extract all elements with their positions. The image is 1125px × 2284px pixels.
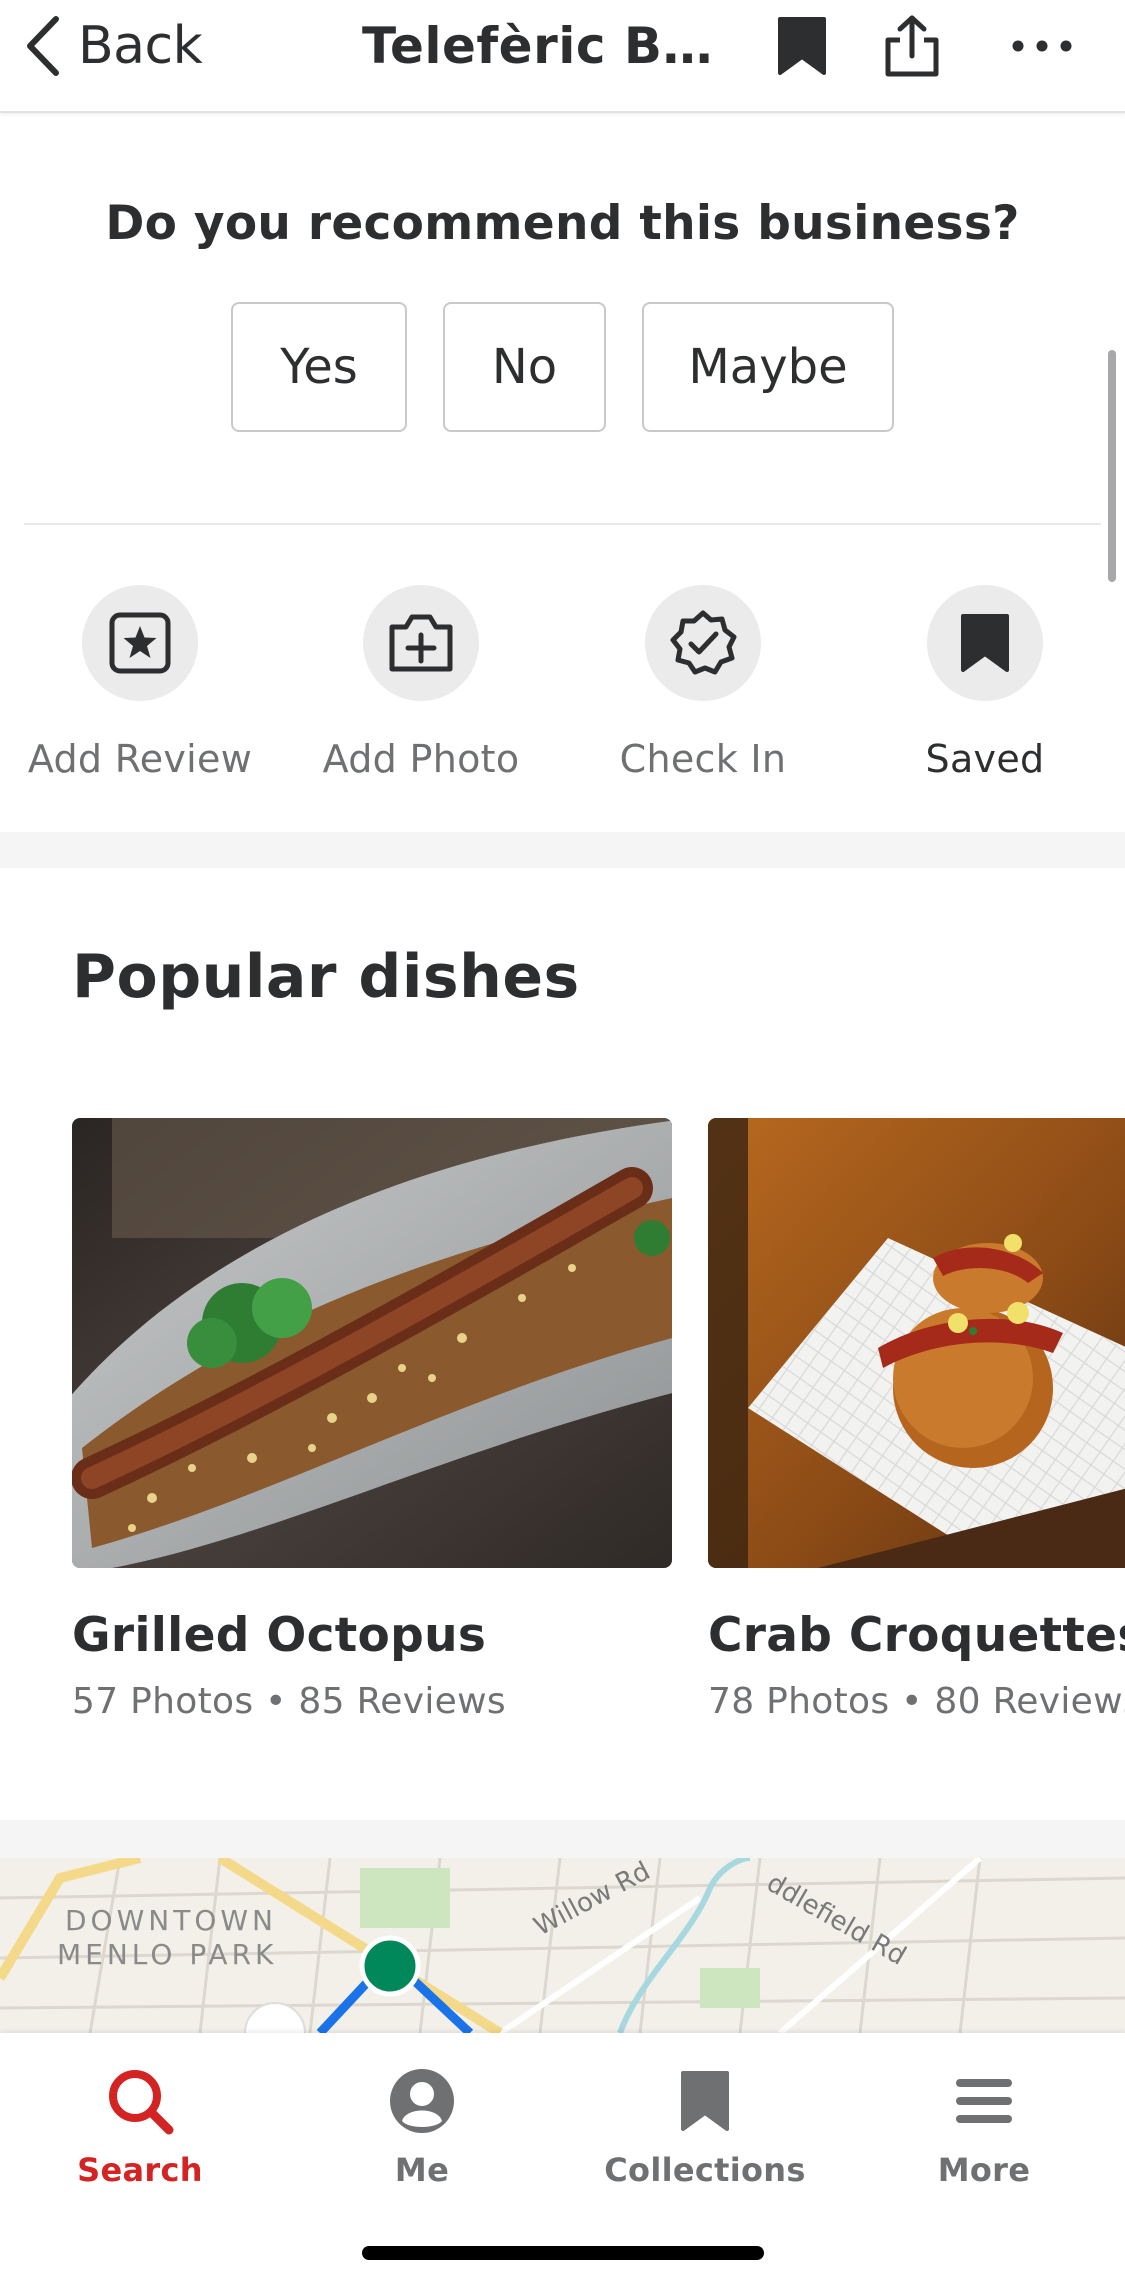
home-indicator[interactable] — [362, 2246, 764, 2260]
dish-photo — [72, 1118, 672, 1568]
map-preview[interactable]: DOWNTOWN MENLO PARK Willow Rd ddlefield … — [0, 1858, 1125, 2033]
share-icon — [885, 15, 939, 77]
action-circle — [363, 585, 479, 701]
recommend-yes-button[interactable]: Yes — [231, 302, 407, 432]
action-circle — [82, 585, 198, 701]
page-title: Telefèric Barc... — [362, 17, 732, 75]
action-circle — [645, 585, 761, 701]
dish-meta: 78 Photos • 80 Reviews — [708, 1681, 1125, 1722]
section-separator — [0, 1820, 1125, 1858]
tab-label: More — [937, 2151, 1031, 2189]
dish-card[interactable]: Crab Croquettes 78 Photos • 80 Reviews — [708, 1118, 1125, 1722]
check-in-label: Check In — [619, 737, 787, 781]
divider — [24, 523, 1101, 525]
dish-photo — [708, 1118, 1125, 1568]
bookmark-icon — [961, 614, 1009, 672]
star-review-icon — [109, 612, 171, 674]
more-options-button[interactable] — [1006, 12, 1078, 80]
tab-label: Me — [394, 2151, 450, 2189]
recommend-no-button[interactable]: No — [443, 302, 606, 432]
menu-icon — [956, 2079, 1012, 2123]
dish-name: Crab Croquettes — [708, 1608, 1125, 1663]
navigation-bar: Back Telefèric Barc... — [0, 0, 1125, 113]
check-in-button[interactable]: Check In — [563, 585, 843, 781]
saved-button[interactable]: Saved — [845, 585, 1125, 781]
bookmark-icon — [778, 17, 826, 75]
back-label: Back — [78, 16, 203, 76]
add-photo-icon — [389, 614, 453, 672]
back-button[interactable]: Back — [22, 14, 203, 78]
bookmark-button[interactable] — [772, 12, 832, 80]
recommend-question: Do you recommend this business? — [105, 196, 1020, 251]
tab-search[interactable]: Search — [30, 2063, 250, 2189]
tab-label: Collections — [604, 2151, 806, 2189]
tab-more[interactable]: More — [874, 2063, 1094, 2189]
dish-name: Grilled Octopus — [72, 1608, 487, 1663]
share-button[interactable] — [876, 12, 948, 80]
map-label-menlo-park: MENLO PARK — [57, 1938, 277, 1971]
profile-icon — [390, 2069, 454, 2133]
section-separator — [0, 832, 1125, 868]
tab-collections[interactable]: Collections — [595, 2063, 815, 2189]
action-circle — [927, 585, 1043, 701]
add-review-label: Add Review — [27, 737, 253, 781]
recommend-maybe-button[interactable]: Maybe — [642, 302, 894, 432]
dish-card[interactable]: Grilled Octopus 57 Photos • 85 Reviews — [72, 1118, 672, 1722]
add-review-button[interactable]: Add Review — [0, 585, 280, 781]
bookmark-icon — [681, 2071, 729, 2131]
scrollbar[interactable] — [1108, 350, 1116, 582]
check-in-badge-icon — [670, 610, 737, 675]
section-title: Popular dishes — [72, 942, 580, 1012]
add-photo-label: Add Photo — [322, 737, 520, 781]
dish-meta: 57 Photos • 85 Reviews — [72, 1681, 506, 1722]
chevron-left-icon — [27, 16, 59, 76]
saved-label: Saved — [925, 737, 1045, 781]
search-icon — [109, 2070, 174, 2135]
add-photo-button[interactable]: Add Photo — [281, 585, 561, 781]
tab-me[interactable]: Me — [312, 2063, 532, 2189]
tab-label: Search — [77, 2151, 203, 2189]
map-label-downtown: DOWNTOWN — [65, 1904, 277, 1937]
more-icon — [1012, 40, 1072, 52]
